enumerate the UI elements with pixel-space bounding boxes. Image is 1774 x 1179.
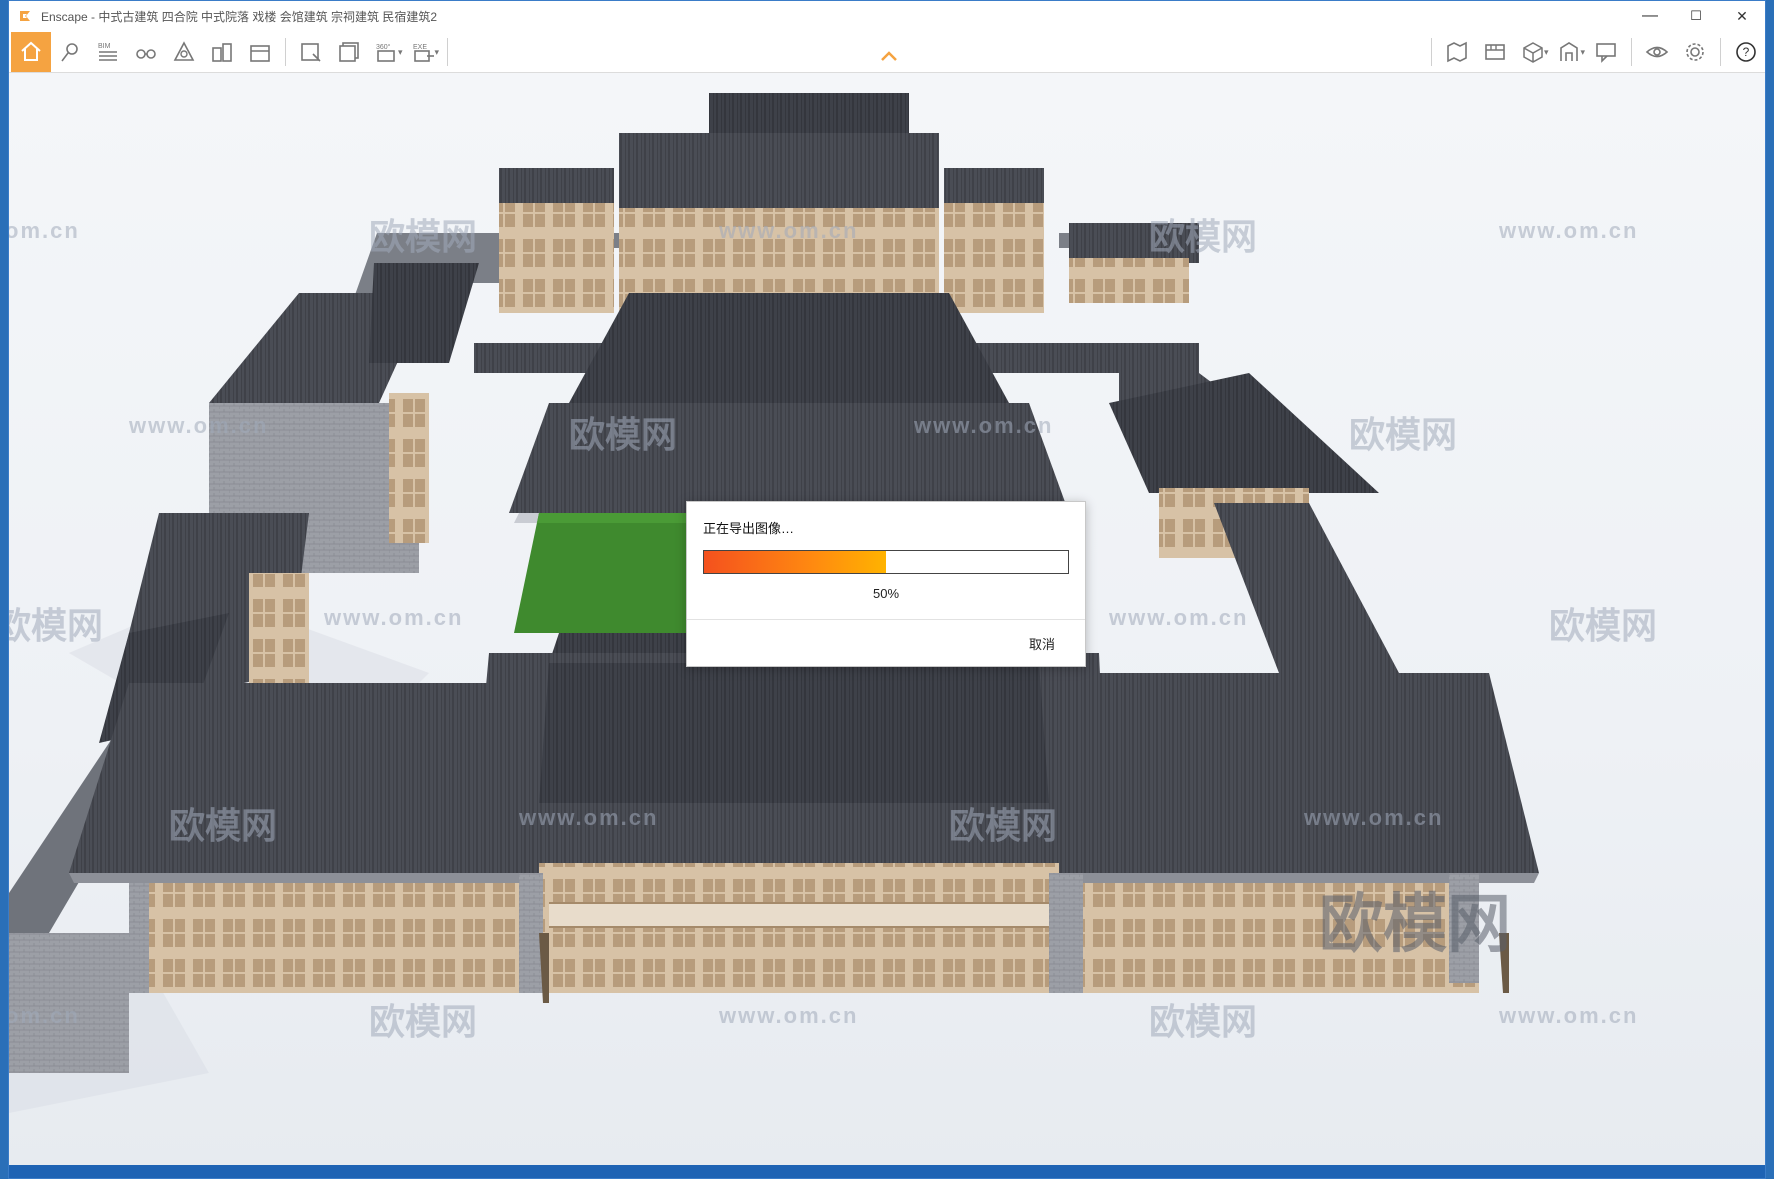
asset-library-icon [250,45,270,62]
reviews-button[interactable] [1587,34,1625,70]
export-progress-dialog: 正在导出图像… 50% 取消 [686,501,1086,667]
toolbar-left-group: BIM 360° ▾ EXE ▾ [9,31,454,73]
help-button[interactable]: ? [1727,34,1765,70]
video-editor-button[interactable] [1476,34,1514,70]
exe-export-icon: EXE [413,44,434,62]
toolbar-separator [1631,38,1632,66]
maximize-button[interactable]: ☐ [1673,1,1719,31]
visibility-button[interactable] [1638,34,1676,70]
enscape-logo-icon [20,11,30,21]
bim-button[interactable]: BIM [89,34,127,70]
chevron-down-icon[interactable]: ▾ [1580,47,1585,58]
cube-view-icon [1523,42,1543,63]
help-icon: ? [1736,42,1756,62]
settings-gear-icon [1686,43,1704,61]
home-button[interactable] [11,32,51,72]
toolbar-separator [1430,38,1432,66]
asset-library-button[interactable] [241,34,279,70]
toolbar-separator [447,38,449,66]
toolbar-separator [1720,38,1721,66]
settings-button[interactable] [1676,34,1714,70]
batch-render-button[interactable] [330,34,368,70]
chevron-down-icon[interactable]: ▾ [435,47,440,58]
visibility-icon [1645,46,1669,58]
svg-text:360°: 360° [376,43,391,51]
collapse-toolbar-chevron-icon[interactable] [879,49,899,63]
toolbar-right-group: ▾ ▾ ? [1425,31,1765,73]
map-button[interactable] [1438,34,1476,70]
main-toolbar: BIM 360° ▾ EXE ▾ ▾ ▾ ? [9,31,1765,73]
chevron-down-icon[interactable]: ▾ [398,47,403,58]
reviews-icon [1596,43,1616,63]
svg-text:BIM: BIM [98,43,111,50]
panorama-icon: 360° [376,43,395,62]
batch-render-icon [339,42,359,62]
section-icon [1560,42,1579,61]
svg-text:EXE: EXE [413,44,427,51]
window-bottom-border [9,1165,1765,1178]
cancel-button[interactable]: 取消 [1029,634,1055,653]
position-button[interactable] [51,34,89,70]
buildings-button[interactable] [203,34,241,70]
render-viewport[interactable]: www.om.cn 欧模网 www.om.cn om.cn 欧模网 www.om… [9,73,1765,1167]
material-icon [173,41,195,61]
screenshot-icon [301,43,321,62]
video-editor-icon [1485,44,1505,60]
svg-text:?: ? [1743,45,1750,59]
window-controls: — ☐ ✕ [1627,1,1765,31]
map-icon [1447,41,1467,63]
map-pin-icon [61,43,78,62]
view-mode-button[interactable] [127,34,165,70]
window-title: Enscape - 中式古建筑 四合院 中式院落 戏楼 会馆建筑 宗祠建筑 民宿… [41,9,438,24]
bim-icon: BIM [98,43,117,61]
screenshot-button[interactable] [292,34,330,70]
home-icon [21,41,41,61]
dialog-title: 正在导出图像… [703,521,795,536]
material-button[interactable] [165,34,203,70]
progress-percentage: 50% [872,586,900,601]
buildings-icon [212,43,232,62]
dialog-divider [687,619,1085,620]
minimize-button[interactable]: — [1627,1,1673,31]
close-button[interactable]: ✕ [1719,1,1765,31]
chevron-down-icon[interactable]: ▾ [1544,47,1549,58]
binoculars-icon [136,49,156,59]
title-bar: Enscape - 中式古建筑 四合院 中式院落 戏楼 会馆建筑 宗祠建筑 民宿… [9,1,1765,31]
progress-bar [703,550,1069,574]
toolbar-separator [285,38,286,66]
enscape-window: Enscape - 中式古建筑 四合院 中式院落 戏楼 会馆建筑 宗祠建筑 民宿… [8,0,1766,1179]
progress-bar-fill [704,551,886,573]
